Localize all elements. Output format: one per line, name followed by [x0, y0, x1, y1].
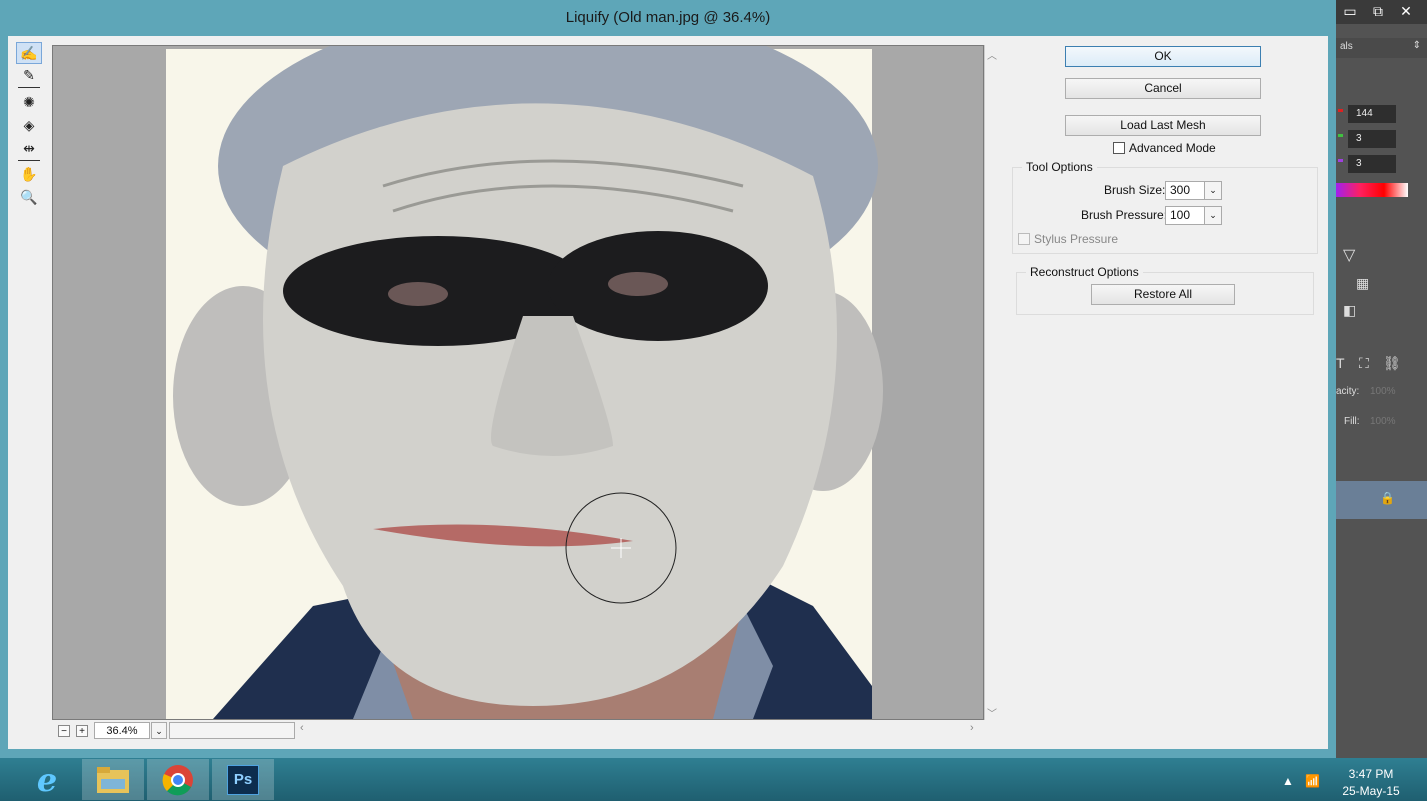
network-signal-icon[interactable]: 📶: [1305, 774, 1320, 788]
bloat-tool-icon[interactable]: ◈: [16, 114, 42, 136]
show-hidden-icons-icon[interactable]: ▲: [1282, 774, 1294, 788]
zoom-dropdown-button[interactable]: ⌄: [151, 722, 167, 739]
panel-field-1[interactable]: 144: [1348, 105, 1396, 123]
panel-dropdown-text: als: [1340, 41, 1353, 52]
scroll-right-icon[interactable]: ›: [970, 722, 974, 734]
dialog-title: Liquify (Old man.jpg @ 36.4%): [565, 9, 771, 26]
photo-preview: [166, 46, 883, 719]
photoshop-window-controls: ▭ ⧉ ✕: [1336, 0, 1427, 24]
toolbar-divider: [18, 160, 40, 161]
preview-canvas[interactable]: [52, 45, 984, 720]
opacity-row: acity: 100%: [1336, 384, 1427, 402]
triangle-down-icon[interactable]: ▽: [1343, 245, 1355, 265]
panel-field-3[interactable]: 3: [1348, 155, 1396, 173]
reconstruct-tool-icon[interactable]: ✎: [16, 64, 42, 86]
zoom-out-button[interactable]: −: [58, 725, 70, 737]
tool-options-legend: Tool Options: [1022, 160, 1097, 174]
cancel-button[interactable]: Cancel: [1065, 78, 1261, 99]
advanced-mode-checkbox[interactable]: [1113, 142, 1125, 154]
brush-size-input[interactable]: 300: [1165, 181, 1205, 200]
ok-button[interactable]: OK: [1065, 46, 1261, 67]
clock-time: 3:47 PM: [1348, 767, 1394, 781]
minimize-icon[interactable]: ▭: [1336, 0, 1364, 22]
photoshop-icon[interactable]: Ps: [212, 759, 274, 800]
close-icon[interactable]: ✕: [1392, 0, 1420, 22]
zoom-slider-area[interactable]: [169, 722, 295, 739]
fill-row: Fill: 100%: [1336, 414, 1427, 432]
file-explorer-icon[interactable]: [82, 759, 144, 800]
chrome-icon[interactable]: [147, 759, 209, 800]
brush-size-label: Brush Size:: [1104, 183, 1166, 197]
zoom-level-field[interactable]: 36.4%: [94, 722, 150, 739]
restore-icon[interactable]: ⧉: [1364, 0, 1392, 22]
horizontal-scrollbar[interactable]: ‹ ›: [296, 722, 984, 738]
vertical-scrollbar[interactable]: ︿ ﹀: [984, 45, 999, 720]
color-ramp[interactable]: [1336, 183, 1408, 197]
opacity-value[interactable]: 100%: [1370, 386, 1396, 397]
scroll-up-icon[interactable]: ︿: [987, 47, 997, 62]
fill-label: Fill:: [1344, 416, 1360, 427]
toolbar-divider: [18, 87, 40, 88]
transform-icon[interactable]: ⛶: [1359, 355, 1369, 372]
zoom-in-button[interactable]: +: [76, 725, 88, 737]
advanced-mode-label: Advanced Mode: [1129, 141, 1216, 155]
chevron-down-icon: ⇕: [1412, 40, 1421, 51]
purple-slider-icon: [1338, 159, 1343, 162]
fill-value[interactable]: 100%: [1370, 416, 1396, 427]
stylus-pressure-checkbox: [1018, 233, 1030, 245]
zoom-tool-icon[interactable]: 🔍: [16, 186, 42, 208]
panel-field-2[interactable]: 3: [1348, 130, 1396, 148]
stylus-pressure-label: Stylus Pressure: [1034, 232, 1119, 246]
folder-icon: [97, 766, 129, 793]
chrome-logo-icon: [162, 764, 193, 795]
brush-pressure-input[interactable]: 100: [1165, 206, 1205, 225]
brush-pressure-label: Brush Pressure:: [1081, 208, 1168, 222]
load-last-mesh-button[interactable]: Load Last Mesh: [1065, 115, 1261, 136]
forward-warp-tool-icon[interactable]: ✍: [16, 42, 42, 64]
restore-all-button[interactable]: Restore All: [1091, 284, 1235, 305]
scroll-down-icon[interactable]: ﹀: [987, 705, 997, 720]
layer-row[interactable]: 🔒: [1336, 481, 1427, 519]
clock-date: 25-May-15: [1342, 784, 1400, 798]
photoshop-panel-dropdown[interactable]: als ⇕: [1336, 38, 1427, 58]
red-slider-icon: [1338, 109, 1343, 112]
internet-explorer-icon[interactable]: e: [16, 759, 78, 800]
reconstruct-options-legend: Reconstruct Options: [1026, 265, 1143, 279]
brush-pressure-dropdown[interactable]: ⌄: [1204, 206, 1222, 225]
grid-icon[interactable]: ▦: [1356, 275, 1369, 292]
push-left-tool-icon[interactable]: ⇹: [16, 137, 42, 159]
system-clock[interactable]: 3:47 PM 25-May-15: [1336, 766, 1406, 800]
lock-layer-icon[interactable]: ⛓: [1383, 355, 1401, 372]
opacity-label: acity:: [1336, 386, 1360, 397]
scroll-left-icon[interactable]: ‹: [300, 722, 304, 734]
pucker-tool-icon[interactable]: ✺: [16, 91, 42, 113]
brush-size-dropdown[interactable]: ⌄: [1204, 181, 1222, 200]
hand-tool-icon[interactable]: ✋: [16, 163, 42, 185]
green-slider-icon: [1338, 134, 1343, 137]
lock-icon: 🔒: [1380, 491, 1395, 505]
type-layer-icon[interactable]: T: [1336, 355, 1345, 371]
gradient-icon[interactable]: ◧: [1343, 302, 1356, 319]
